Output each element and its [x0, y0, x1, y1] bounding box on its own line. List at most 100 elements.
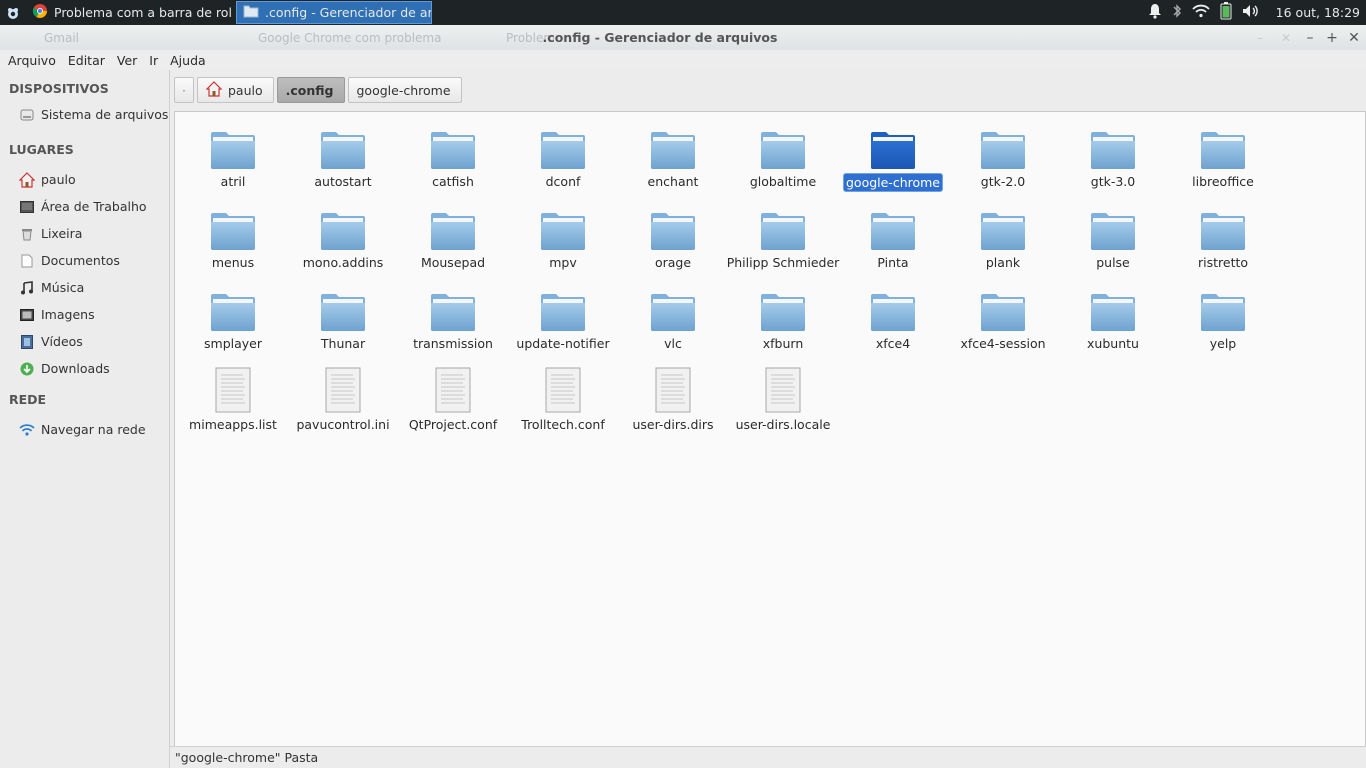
icon-view[interactable]: atril autostart catfish dconf enchant globalt… [174, 111, 1366, 747]
folder-item[interactable]: transmission [398, 284, 508, 358]
folder-item[interactable]: libreoffice [1168, 122, 1278, 196]
item-label: xubuntu [1087, 336, 1139, 351]
folder-item[interactable]: update-notifier [508, 284, 618, 358]
sidebar-item-downloads[interactable]: Downloads [0, 355, 169, 382]
sidebar-item-documents[interactable]: Documentos [0, 247, 169, 274]
folder-item[interactable]: google-chrome [838, 122, 948, 196]
folder-item[interactable]: dconf [508, 122, 618, 196]
breadcrumb-scroll-left[interactable]: · [174, 77, 194, 103]
folder-item[interactable]: gtk-3.0 [1058, 122, 1168, 196]
taskbar-item-file-manager[interactable]: .config - Gerenciador de arq... [236, 1, 432, 24]
whisker-menu-icon[interactable] [0, 0, 26, 25]
bluetooth-icon[interactable] [1172, 3, 1182, 22]
folder-item[interactable]: vlc [618, 284, 728, 358]
item-label: Trolltech.conf [521, 417, 605, 432]
sidebar-item-music[interactable]: Música [0, 274, 169, 301]
folder-icon [209, 203, 257, 251]
text-file-icon [429, 365, 477, 413]
folder-item[interactable]: xfburn [728, 284, 838, 358]
minimize-button[interactable]: – [1300, 28, 1320, 48]
wifi-icon[interactable] [1192, 4, 1210, 21]
folder-icon [759, 122, 807, 170]
item-label: atril [220, 174, 246, 189]
folder-item[interactable]: yelp [1168, 284, 1278, 358]
folder-item[interactable]: gtk-2.0 [948, 122, 1058, 196]
status-bar: "google-chrome" Pasta [170, 746, 1366, 768]
folder-item[interactable]: smplayer [178, 284, 288, 358]
file-item[interactable]: QtProject.conf [398, 365, 508, 439]
sidebar-item-label: Documentos [41, 253, 120, 268]
item-label: update-notifier [516, 336, 610, 351]
folder-icon [539, 122, 587, 170]
sidebar-item-label: paulo [41, 172, 76, 187]
top-panel: Problema com a barra de rol... .config -… [0, 0, 1366, 25]
music-icon [19, 280, 35, 296]
folder-item[interactable]: globaltime [728, 122, 838, 196]
desktop-icon [19, 199, 35, 215]
folder-item[interactable]: xfce4-session [948, 284, 1058, 358]
folder-item[interactable]: Thunar [288, 284, 398, 358]
folder-item[interactable]: mono.addins [288, 203, 398, 277]
folder-icon [429, 122, 477, 170]
folder-item[interactable]: mpv [508, 203, 618, 277]
close-button[interactable]: ✕ [1344, 28, 1364, 48]
folder-item[interactable]: orage [618, 203, 728, 277]
sidebar-item-trash[interactable]: Lixeira [0, 220, 169, 247]
menu-ver[interactable]: Ver [111, 53, 143, 68]
sidebar-item-network[interactable]: Navegar na rede [0, 416, 169, 443]
folder-item[interactable]: plank [948, 203, 1058, 277]
sidebar-section-network: REDE [9, 391, 47, 407]
text-file-icon [539, 365, 587, 413]
folder-item[interactable]: ristretto [1168, 203, 1278, 277]
folder-icon [539, 203, 587, 251]
battery-icon[interactable] [1220, 2, 1232, 23]
folder-item[interactable]: xfce4 [838, 284, 948, 358]
sidebar-item-home[interactable]: paulo [0, 166, 169, 193]
sidebar-item-desktop[interactable]: Área de Trabalho [0, 193, 169, 220]
folder-icon [649, 122, 697, 170]
breadcrumb-google-chrome[interactable]: google-chrome [347, 77, 462, 103]
menu-ir[interactable]: Ir [143, 53, 164, 68]
folder-icon [759, 203, 807, 251]
item-label: ristretto [1197, 255, 1249, 270]
item-label: google-chrome [842, 173, 943, 192]
item-label: gtk-2.0 [980, 174, 1026, 189]
window-titlebar[interactable]: Gmail Google Chrome com problema Problem… [0, 25, 1366, 50]
file-item[interactable]: pavucontrol.ini [288, 365, 398, 439]
item-label: libreoffice [1192, 174, 1254, 189]
folder-item[interactable]: Philipp Schmieder [727, 203, 839, 277]
folder-item[interactable]: catfish [398, 122, 508, 196]
folder-item[interactable]: pulse [1058, 203, 1168, 277]
sidebar-item-videos[interactable]: Vídeos [0, 328, 169, 355]
item-label: vlc [664, 336, 682, 351]
folder-item[interactable]: atril [178, 122, 288, 196]
file-item[interactable]: user-dirs.locale [728, 365, 838, 439]
sidebar-item-images[interactable]: Imagens [0, 301, 169, 328]
breadcrumb-home[interactable]: paulo [197, 77, 274, 103]
menu-editar[interactable]: Editar [62, 53, 111, 68]
menu-ajuda[interactable]: Ajuda [164, 53, 212, 68]
folder-icon [1089, 203, 1137, 251]
sidebar-item-filesystem[interactable]: Sistema de arquivos [0, 101, 169, 128]
sidebar-item-label: Área de Trabalho [41, 199, 147, 214]
folder-item[interactable]: Mousepad [398, 203, 508, 277]
folder-item[interactable]: menus [178, 203, 288, 277]
folder-item[interactable]: autostart [288, 122, 398, 196]
menu-arquivo[interactable]: Arquivo [2, 53, 62, 68]
clock[interactable]: 16 out, 18:29 [1276, 5, 1360, 20]
file-item[interactable]: user-dirs.dirs [618, 365, 728, 439]
folder-item[interactable]: Pinta [838, 203, 948, 277]
folder-item[interactable]: enchant [618, 122, 728, 196]
folder-item[interactable]: xubuntu [1058, 284, 1168, 358]
item-label: enchant [647, 174, 699, 189]
breadcrumb-config[interactable]: .config [276, 77, 345, 103]
item-label: yelp [1209, 336, 1237, 351]
folder-icon [209, 284, 257, 332]
volume-icon[interactable] [1242, 4, 1260, 21]
maximize-button[interactable]: + [1322, 28, 1342, 48]
file-item[interactable]: Trolltech.conf [508, 365, 618, 439]
file-item[interactable]: mimeapps.list [178, 365, 288, 439]
taskbar-item-label: Problema com a barra de rol... [54, 5, 232, 20]
bell-icon[interactable] [1148, 3, 1162, 22]
taskbar-item-chrome[interactable]: Problema com a barra de rol... [26, 0, 232, 25]
